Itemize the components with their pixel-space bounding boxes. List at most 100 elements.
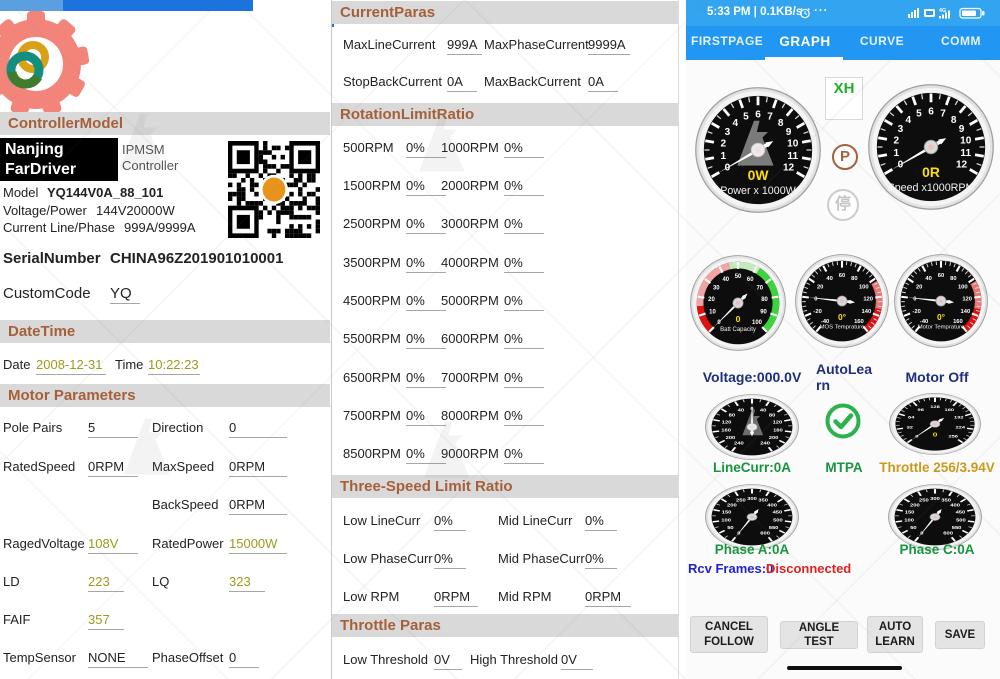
- param-field[interactable]: 0%: [504, 216, 544, 234]
- param-field[interactable]: 0RPM: [88, 459, 138, 477]
- model-row: Model YQ144V0A_88_101: [0, 185, 330, 203]
- throttle-readout: Throttle 256/3.94V: [874, 460, 1000, 475]
- svg-text:500: 500: [956, 518, 966, 523]
- param-row: 3500RPM0%4000RPM0%: [332, 255, 678, 273]
- param-field[interactable]: 0%: [585, 551, 617, 569]
- svg-text:140: 140: [862, 309, 872, 315]
- param-field[interactable]: 0%: [504, 140, 544, 158]
- param-field[interactable]: 0V: [561, 652, 593, 670]
- line-phase-current-row: Current Line/Phase 999A/9999A: [0, 220, 330, 238]
- param-field[interactable]: 0%: [434, 551, 466, 569]
- param-field[interactable]: 0%: [504, 370, 544, 388]
- svg-text:6: 6: [928, 106, 934, 117]
- param-field[interactable]: 0: [229, 420, 287, 438]
- tab-comm[interactable]: COMM: [926, 34, 996, 48]
- param-field[interactable]: 0%: [406, 255, 446, 273]
- param-field[interactable]: 0%: [504, 331, 544, 349]
- param-field[interactable]: 0%: [406, 370, 446, 388]
- param-label: MaxSpeed: [152, 459, 214, 474]
- param-field[interactable]: 0%: [504, 178, 544, 196]
- custom-code-field[interactable]: YQ: [110, 285, 140, 304]
- param-label: 500RPM: [343, 140, 394, 155]
- line-current-gauge: 240200160120804004080120160200240: [705, 394, 799, 460]
- param-field[interactable]: 0%: [406, 446, 446, 464]
- svg-text:1: 1: [720, 151, 726, 162]
- svg-text:80: 80: [761, 297, 768, 303]
- param-field[interactable]: 108V: [88, 536, 138, 554]
- svg-text:200: 200: [726, 436, 736, 441]
- param-label: 2500RPM: [343, 216, 401, 231]
- date-field[interactable]: 2008-12-31: [36, 357, 106, 375]
- time-field[interactable]: 10:22:23: [148, 357, 200, 375]
- param-field[interactable]: 15000W: [229, 536, 287, 554]
- svg-text:60: 60: [839, 273, 845, 279]
- svg-text:20: 20: [817, 284, 823, 290]
- svg-text:120: 120: [773, 420, 783, 425]
- controller-type-label: IPMSMController: [122, 142, 178, 174]
- tab-firstpage[interactable]: FIRSTPAGE: [691, 34, 761, 48]
- svg-text:3: 3: [898, 124, 904, 135]
- param-row: 8500RPM0%9000RPM0%: [332, 446, 678, 464]
- param-field[interactable]: 0RPM: [434, 589, 478, 607]
- status-more-dots: ···: [814, 5, 829, 17]
- save-button[interactable]: SAVE: [935, 621, 985, 649]
- tab-curve[interactable]: CURVE: [847, 34, 917, 48]
- param-field[interactable]: 323: [229, 574, 265, 592]
- param-field[interactable]: 999A: [447, 37, 482, 55]
- param-field[interactable]: 9999A: [588, 37, 630, 55]
- param-field[interactable]: 0%: [585, 513, 617, 531]
- param-field[interactable]: 0: [229, 650, 259, 668]
- param-field[interactable]: 0V: [434, 652, 462, 670]
- param-label: PhaseOffset: [152, 650, 223, 665]
- param-row: StopBackCurrent 0A MaxBackCurrent 0A: [332, 74, 678, 92]
- param-field[interactable]: 0%: [504, 293, 544, 311]
- param-field[interactable]: 0%: [406, 140, 446, 158]
- param-field[interactable]: 0%: [504, 408, 544, 426]
- param-label: TempSensor: [3, 650, 76, 665]
- svg-text:600: 600: [760, 531, 770, 536]
- param-field[interactable]: 0%: [406, 293, 446, 311]
- serial-number-row: SerialNumber CHINA96Z201901010001: [0, 250, 330, 268]
- param-field[interactable]: 0RPM: [229, 497, 287, 515]
- param-field[interactable]: 5: [88, 420, 138, 438]
- param-label: 1000RPM: [441, 140, 499, 155]
- param-field[interactable]: 0A: [588, 74, 618, 92]
- voltage-power-row: Voltage/Power 144V20000W: [0, 203, 330, 221]
- svg-text:80: 80: [851, 276, 857, 282]
- param-field[interactable]: 223: [88, 574, 124, 592]
- param-label: Low Threshold: [343, 652, 428, 667]
- param-field[interactable]: 357: [88, 612, 124, 630]
- svg-text:80: 80: [729, 413, 736, 418]
- svg-text:192: 192: [954, 416, 964, 421]
- param-field[interactable]: 0%: [406, 178, 446, 196]
- tab-graph[interactable]: GRAPH: [770, 34, 840, 49]
- param-label: 5500RPM: [343, 331, 401, 346]
- phone-app-panel: 5:33 PM | 0.1KB/s ··· 4G: [686, 0, 1000, 679]
- param-field[interactable]: 0%: [406, 331, 446, 349]
- param-field[interactable]: NONE: [88, 650, 148, 668]
- svg-text:50: 50: [910, 526, 917, 531]
- svg-text:400: 400: [950, 503, 960, 508]
- svg-text:0: 0: [814, 296, 817, 302]
- param-field[interactable]: 0%: [434, 513, 466, 531]
- param-label: Low RPM: [343, 589, 399, 604]
- param-field[interactable]: 0%: [406, 216, 446, 234]
- param-field[interactable]: 0%: [406, 408, 446, 426]
- svg-text:2: 2: [720, 139, 726, 150]
- param-field[interactable]: 0%: [504, 255, 544, 273]
- svg-text:300: 300: [747, 497, 757, 502]
- svg-text:60: 60: [747, 277, 754, 283]
- phone-status-bar: 5:33 PM | 0.1KB/s ··· 4G: [686, 0, 1000, 26]
- param-row: RagedVoltage 108V RatedPower 15000W: [0, 536, 330, 554]
- svg-text:0: 0: [736, 314, 741, 324]
- param-field[interactable]: 0RPM: [585, 589, 631, 607]
- angle-test-button[interactable]: ANGLE TEST: [780, 621, 858, 649]
- param-field[interactable]: 0%: [504, 446, 544, 464]
- param-field[interactable]: 0A: [447, 74, 477, 92]
- auto-learn-button[interactable]: AUTO LEARN: [867, 616, 923, 653]
- home-indicator[interactable]: [787, 666, 902, 670]
- param-row: Low LineCurr0%Mid LineCurr0%: [332, 513, 678, 531]
- cancel-follow-button[interactable]: CANCEL FOLLOW: [690, 616, 768, 653]
- param-field[interactable]: 0RPM: [229, 459, 287, 477]
- param-row: 6500RPM0%7000RPM0%: [332, 370, 678, 388]
